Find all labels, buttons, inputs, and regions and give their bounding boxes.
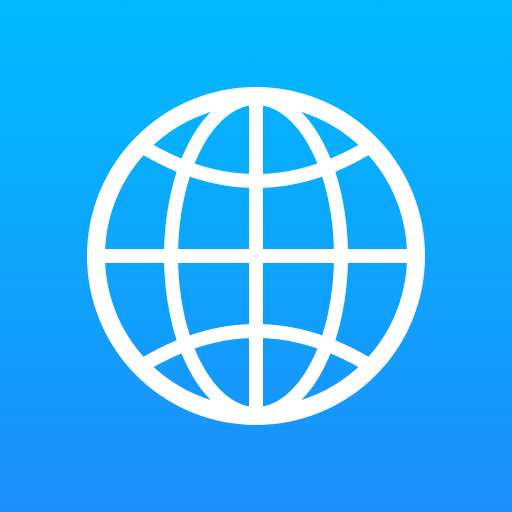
app-icon[interactable] [0, 0, 512, 512]
globe-icon [87, 87, 425, 425]
